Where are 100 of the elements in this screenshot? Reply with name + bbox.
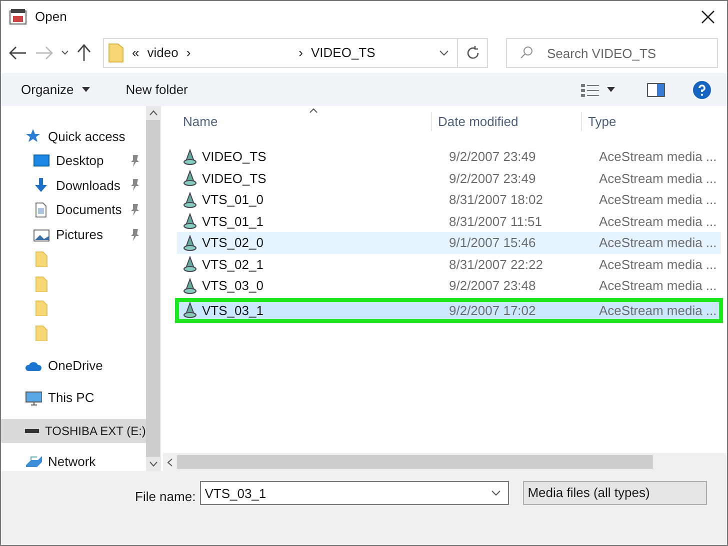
file-type-dropdown[interactable]: Media files (all types) — [522, 481, 707, 505]
refresh-button[interactable] — [458, 38, 488, 68]
column-header[interactable]: Name — [163, 112, 431, 131]
file-row[interactable]: VTS_01_0 8/31/2007 18:02 AceStream media ... — [177, 189, 721, 210]
chevron-down-icon — [439, 50, 449, 56]
sidebar-item[interactable]: Desktop — [1, 148, 146, 174]
chevron-down-icon — [490, 490, 501, 496]
back-icon — [9, 46, 27, 60]
folder-icon — [33, 325, 50, 342]
file-name: VIDEO_TS — [202, 170, 266, 188]
search-field[interactable]: Search VIDEO_TS — [506, 38, 718, 68]
column-header[interactable]: Date modified — [431, 112, 581, 131]
sidebar-item[interactable]: OneDrive — [1, 353, 146, 378]
caret-icon — [607, 87, 615, 92]
organize-button[interactable]: Organize — [13, 76, 98, 102]
file-date: 9/2/2007 23:48 — [448, 277, 537, 295]
star-icon — [25, 128, 42, 144]
file-type: AceStream media ... — [598, 256, 717, 274]
file-date: 9/1/2007 15:46 — [448, 234, 537, 252]
file-type: AceStream media ... — [598, 277, 717, 295]
close-icon — [701, 10, 715, 24]
file-type: AceStream media ... — [598, 170, 717, 188]
file-name: VTS_02_1 — [202, 256, 264, 274]
cone-icon — [183, 170, 197, 186]
file-row[interactable]: VTS_02_1 8/31/2007 22:22 AceStream media ... — [177, 254, 721, 275]
help-icon — [693, 80, 711, 98]
sidebar-item[interactable]: Pictures — [1, 222, 146, 247]
refresh-icon — [466, 46, 480, 60]
folder-label[interactable]: VIDEO_TS — [311, 43, 376, 63]
file-date: 9/2/2007 23:49 — [448, 170, 537, 188]
file-row[interactable]: VIDEO_TS 9/2/2007 23:49 AceStream media ... — [177, 168, 721, 189]
file-row[interactable]: VTS_03_0 9/2/2007 23:48 AceStream media ... — [177, 275, 721, 296]
file-row[interactable]: VIDEO_TS 9/2/2007 23:49 AceStream media ... — [177, 146, 721, 168]
cone-icon — [183, 192, 197, 208]
sidebar-item[interactable]: This PC — [1, 386, 146, 411]
window-title: Open — [35, 8, 68, 26]
cone-icon — [183, 213, 197, 230]
separator-label: › — [298, 44, 303, 62]
field-label: File name: — [135, 488, 196, 506]
sidebar-item[interactable]: Documents — [1, 198, 146, 222]
file-name: VTS_03_1 — [202, 302, 264, 320]
chevron-down-icon — [61, 50, 69, 56]
file-type: AceStream media ... — [598, 148, 717, 166]
sidebar-item[interactable]: Downloads — [1, 173, 146, 198]
chevron-down-icon — [148, 461, 158, 467]
file-name: VTS_02_0 — [202, 234, 264, 252]
pin-icon — [130, 228, 140, 241]
file-row[interactable]: VTS_02_0 9/1/2007 15:46 AceStream media ... — [177, 232, 721, 254]
file-row[interactable]: VTS_01_1 8/31/2007 11:51 AceStream media ... — [177, 210, 721, 232]
folder-label[interactable]: video — [147, 43, 178, 63]
file-date: 8/31/2007 18:02 — [448, 191, 544, 209]
folder-icon — [33, 276, 50, 292]
sidebar-item[interactable]: Quick access — [1, 124, 146, 149]
cone-icon — [183, 256, 197, 272]
file-type: AceStream media ... — [598, 234, 717, 252]
caret-icon — [82, 87, 90, 92]
search-icon — [520, 46, 533, 59]
monitor-icon — [25, 390, 42, 406]
forward-icon — [35, 46, 53, 60]
file-date: 8/31/2007 11:51 — [448, 212, 544, 230]
folder-icon — [33, 251, 50, 268]
file-name: VTS_01_0 — [202, 191, 264, 209]
file-type: AceStream media ... — [598, 191, 717, 209]
cone-icon — [183, 278, 197, 294]
cone-icon — [183, 234, 197, 251]
pin-icon — [130, 179, 140, 192]
app-icon — [9, 8, 27, 26]
cone-icon — [183, 148, 197, 165]
file-row[interactable]: VTS_03_1 9/2/2007 17:02 AceStream media ... — [177, 300, 721, 321]
details-view-icon — [581, 82, 599, 96]
chevron-up-icon — [148, 110, 158, 116]
folder-icon — [33, 300, 50, 316]
desktop-icon — [33, 152, 50, 169]
picture-icon — [33, 226, 50, 243]
pin-icon — [130, 154, 140, 167]
scrollbar-thumb[interactable] — [177, 455, 653, 469]
file-date: 8/31/2007 22:22 — [448, 256, 544, 274]
file-date: 9/2/2007 17:02 — [448, 302, 537, 320]
address-bar[interactable]: « video › › VIDEO_TS — [103, 38, 458, 68]
sidebar-item[interactable]: TOSHIBA EXT (E:) — [1, 418, 146, 444]
new-folder-button[interactable]: New folder — [118, 76, 196, 102]
sidebar-item[interactable]: Network — [1, 449, 146, 474]
separator-label: › — [186, 44, 191, 62]
drive-icon — [25, 428, 39, 433]
file-type: AceStream media ... — [598, 212, 717, 230]
file-name: VTS_03_0 — [202, 277, 264, 295]
file-date: 9/2/2007 23:49 — [448, 148, 537, 166]
file-name: VIDEO_TS — [202, 148, 266, 166]
column-header[interactable]: Type — [581, 112, 727, 131]
cone-icon — [183, 302, 197, 318]
file-name: VTS_01_1 — [202, 212, 264, 231]
chevrons-label: « — [132, 44, 140, 62]
file-type: AceStream media ... — [598, 302, 717, 320]
download-arrow-icon — [33, 177, 50, 194]
pin-icon — [130, 204, 140, 216]
file-name-field[interactable]: VTS_03_1 — [200, 481, 509, 505]
up-icon — [77, 44, 91, 62]
chevron-left-icon — [167, 458, 173, 466]
folder-icon — [108, 43, 124, 63]
preview-pane-icon — [647, 82, 665, 96]
